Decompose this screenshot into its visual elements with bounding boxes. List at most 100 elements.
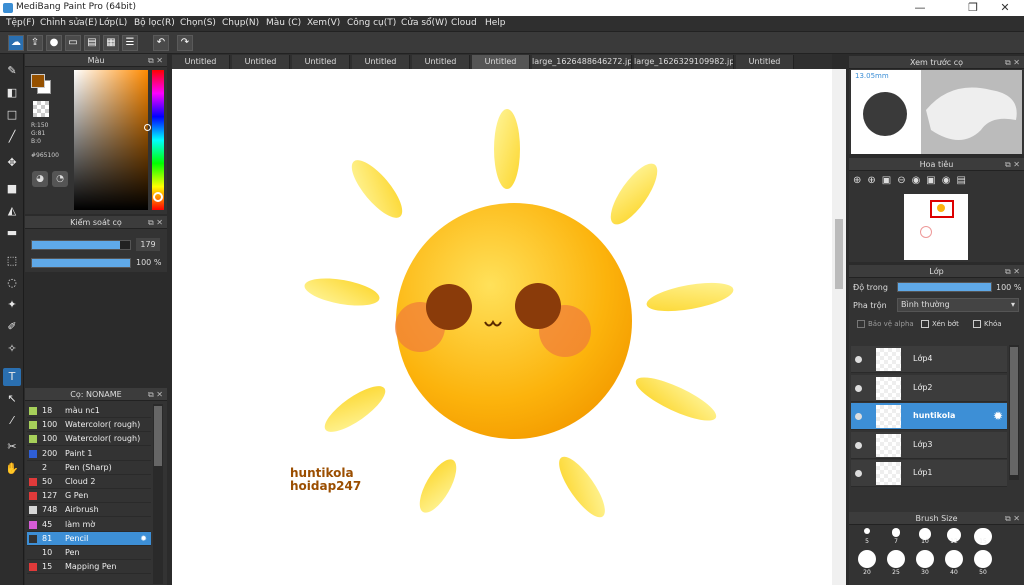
clip-checkbox[interactable]	[921, 320, 929, 328]
select-tool-icon[interactable]: ⬚	[3, 252, 21, 270]
visibility-eye-icon[interactable]	[855, 413, 862, 420]
menu-filter[interactable]: Bộ lọc(R)	[134, 18, 175, 28]
menu-layer[interactable]: Lớp(L)	[99, 18, 127, 28]
brush-list-scrollbar[interactable]	[153, 404, 163, 584]
brush-list-item[interactable]: 15 Mapping Pen	[27, 560, 151, 575]
menu-tools[interactable]: Công cụ(T)	[347, 18, 396, 28]
brush-size-preset[interactable]	[887, 550, 905, 568]
layer-settings-gear-icon[interactable]: ✹	[993, 409, 1003, 423]
brush-size-preset[interactable]	[916, 550, 934, 568]
layer-row[interactable]: Lớp1	[851, 460, 1007, 487]
share-icon[interactable]: ⇪	[27, 35, 43, 51]
maximize-button[interactable]: ❐	[958, 1, 988, 14]
undo-icon[interactable]: ↶	[153, 35, 169, 51]
layer-row[interactable]: Lớp3	[851, 431, 1007, 459]
hue-slider-handle[interactable]	[153, 192, 163, 202]
comment-icon[interactable]: ●	[46, 35, 62, 51]
bucket-tool-icon[interactable]: ◭	[3, 202, 21, 220]
brush-list-item[interactable]: 50 Cloud 2	[27, 475, 151, 489]
select-pen-icon[interactable]: ✐	[3, 318, 21, 336]
color-history-icon[interactable]: ◔	[52, 171, 68, 187]
speech-icon[interactable]: ▭	[65, 35, 81, 51]
hand-tool-icon[interactable]: ✋	[3, 460, 21, 478]
palette-icon[interactable]: ◕	[32, 171, 48, 187]
protect-alpha-checkbox[interactable]	[857, 320, 865, 328]
menu-capture[interactable]: Chụp(N)	[222, 18, 259, 28]
document-tab[interactable]: Untitled	[352, 55, 410, 69]
lasso-tool-icon[interactable]: ◌	[3, 274, 21, 292]
page-icon[interactable]: ▤	[84, 35, 100, 51]
brush-opacity-slider[interactable]	[31, 258, 131, 268]
document-tab[interactable]: Untitled	[472, 55, 530, 69]
line-tool-icon[interactable]: ╱	[3, 128, 21, 146]
brush-list-item[interactable]: 45 làm mờ	[27, 518, 151, 532]
brush-list-item[interactable]: 10 Pen	[27, 546, 151, 560]
list-icon[interactable]: ☰	[122, 35, 138, 51]
eraser-tool-icon[interactable]: ◧	[3, 84, 21, 102]
brush-size-preset[interactable]	[974, 550, 992, 568]
brush-size-preset[interactable]	[891, 528, 901, 537]
fill-rect-tool-icon[interactable]: ■	[3, 180, 21, 198]
brush-size-preset[interactable]	[864, 528, 870, 534]
layer-opacity-slider[interactable]	[897, 282, 992, 292]
brush-list-item[interactable]: 127 G Pen	[27, 489, 151, 504]
settings-gear-icon[interactable]: ✹	[140, 532, 147, 546]
menu-edit[interactable]: Chỉnh sửa(E)	[40, 18, 97, 28]
rectangle-tool-icon[interactable]: □	[3, 106, 21, 124]
magic-wand-icon[interactable]: ✦	[3, 296, 21, 314]
brush-list-item[interactable]: 2 Pen (Sharp)	[27, 461, 151, 475]
brush-list-item[interactable]: 200 Paint 1	[27, 447, 151, 461]
document-tab[interactable]: large_1626329109982.jpg	[634, 55, 734, 69]
saturation-value-picker[interactable]	[74, 70, 148, 210]
grid-icon[interactable]: ▦	[103, 35, 119, 51]
foreground-color-swatch[interactable]	[31, 74, 45, 88]
redo-icon[interactable]: ↷	[177, 35, 193, 51]
document-tab[interactable]: Untitled	[736, 55, 794, 69]
brush-list-item[interactable]: 18 màu nc1	[27, 404, 151, 418]
layer-row[interactable]: huntikola ✹	[851, 403, 1007, 430]
drawing-canvas[interactable]: huntikola hoidap247	[172, 69, 832, 585]
document-tab[interactable]: large_1626488646272.jpg	[532, 55, 632, 69]
navigator-thumbnail[interactable]	[904, 194, 968, 260]
menu-color[interactable]: Màu (C)	[266, 18, 301, 28]
menu-select[interactable]: Chọn(S)	[180, 18, 216, 28]
cloud-icon[interactable]: ☁	[8, 35, 24, 51]
brush-size-preset[interactable]	[945, 550, 963, 568]
menu-help[interactable]: Help	[485, 18, 506, 28]
brush-size-preset[interactable]	[858, 550, 876, 568]
close-button[interactable]: ✕	[990, 1, 1020, 14]
brush-list-item[interactable]: 81 Pencil ✹	[27, 531, 151, 546]
menu-cloud[interactable]: Cloud	[451, 18, 477, 28]
visibility-eye-icon[interactable]	[855, 441, 862, 449]
document-tab[interactable]: Untitled	[412, 55, 470, 69]
layer-row[interactable]: Lớp4	[851, 346, 1007, 373]
eyedropper-tool-icon[interactable]: ⁄	[3, 412, 21, 430]
document-tab[interactable]: Untitled	[232, 55, 290, 69]
brush-size-value[interactable]: 179	[136, 238, 160, 251]
visibility-eye-icon[interactable]	[855, 470, 862, 477]
brush-list-item[interactable]: 100 Watercolor( rough)	[27, 432, 151, 447]
document-tab[interactable]: Untitled	[172, 55, 230, 69]
layer-row[interactable]: Lớp2	[851, 374, 1007, 402]
move-tool-icon[interactable]: ✥	[3, 154, 21, 172]
lock-checkbox[interactable]	[973, 320, 981, 328]
brush-list-item[interactable]: 748 Airbrush	[27, 503, 151, 518]
text-tool-icon[interactable]: T	[3, 368, 21, 386]
canvas-vertical-scrollbar[interactable]	[832, 69, 846, 585]
visibility-eye-icon[interactable]	[855, 384, 862, 392]
document-tab[interactable]: Untitled	[292, 55, 350, 69]
divide-tool-icon[interactable]: ✂	[3, 438, 21, 456]
gradient-tool-icon[interactable]: ▬	[3, 224, 21, 242]
layer-scrollbar[interactable]	[1009, 345, 1019, 480]
minimize-button[interactable]: —	[905, 1, 935, 14]
menu-file[interactable]: Tệp(F)	[6, 18, 35, 28]
menu-view[interactable]: Xem(V)	[307, 18, 340, 28]
transparent-swatch[interactable]	[33, 101, 49, 117]
operation-tool-icon[interactable]: ↖	[3, 390, 21, 408]
blend-mode-select[interactable]: Bình thường ▾	[897, 298, 1019, 312]
hue-slider[interactable]	[152, 70, 164, 210]
brush-size-slider[interactable]	[31, 240, 131, 250]
navigator-toolbar[interactable]: ⊕⊕▣⊖◉▣◉▤	[853, 175, 1018, 191]
visibility-eye-icon[interactable]	[855, 356, 862, 363]
brush-list-item[interactable]: 100 Watercolor( rough)	[27, 418, 151, 433]
